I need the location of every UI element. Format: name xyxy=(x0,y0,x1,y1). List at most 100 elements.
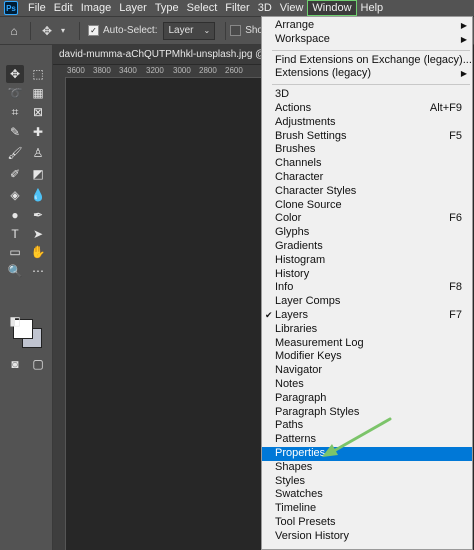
chevron-down-icon[interactable]: ▾ xyxy=(55,23,71,39)
zoom-tool-icon[interactable]: 🔍 xyxy=(6,262,24,280)
menu-item-find-extensions-on-exchange-legacy[interactable]: Find Extensions on Exchange (legacy)... xyxy=(262,54,472,68)
path-select-tool-icon[interactable]: ➤ xyxy=(29,225,47,243)
photoshop-logo-icon[interactable]: Ps xyxy=(4,1,18,15)
checkmark-icon: ✔ xyxy=(265,309,273,320)
menu-3d[interactable]: 3D xyxy=(254,0,276,16)
menu-item-label: Color xyxy=(275,212,302,225)
object-select-tool-icon[interactable]: ▦ xyxy=(29,84,47,102)
move-tool-icon[interactable]: ✥ xyxy=(39,23,55,39)
submenu-arrow-icon: ▶ xyxy=(460,21,467,30)
document-canvas[interactable] xyxy=(66,78,261,550)
frame-tool-icon[interactable]: ⊠ xyxy=(29,103,47,121)
menu-item-workspace[interactable]: Workspace ▶ xyxy=(262,33,472,47)
menu-item-arrange[interactable]: Arrange ▶ xyxy=(262,19,472,33)
ruler-tick: 3800 xyxy=(93,66,111,75)
menu-item-layer-comps[interactable]: Layer Comps xyxy=(262,295,472,309)
menu-item-shapes[interactable]: Shapes xyxy=(262,461,472,475)
home-icon[interactable]: ⌂ xyxy=(6,23,22,39)
menu-item-adjustments[interactable]: Adjustments xyxy=(262,116,472,130)
pen-tool-icon[interactable]: ✒ xyxy=(29,206,47,224)
menu-item-history[interactable]: History xyxy=(262,268,472,282)
layer-dropdown[interactable]: Layer ⌄ xyxy=(163,21,216,40)
default-colors-icon[interactable]: ◧ xyxy=(6,312,24,330)
menu-item-layers[interactable]: ✔ Layers F7 xyxy=(262,309,472,323)
menu-item-label: Character Styles xyxy=(275,184,357,197)
menu-item-styles[interactable]: Styles xyxy=(262,475,472,489)
menu-item-label: Libraries xyxy=(275,322,318,335)
menu-layer[interactable]: Layer xyxy=(115,0,151,16)
menu-item-color[interactable]: Color F6 xyxy=(262,212,472,226)
screen-mode-icon[interactable]: ▢ xyxy=(29,355,47,373)
ruler-tick: 3400 xyxy=(119,66,137,75)
menu-item-brushes[interactable]: Brushes xyxy=(262,143,472,157)
menu-item-label: Modifier Keys xyxy=(275,350,342,363)
menu-item-paragraph[interactable]: Paragraph xyxy=(262,392,472,406)
more-tools-icon[interactable]: ⋯ xyxy=(29,262,47,280)
document-tab[interactable]: david-mumma-aChQUTPMhkl-unsplash.jpg @ 1… xyxy=(53,45,267,65)
annotation-arrow-icon xyxy=(322,417,392,457)
menu-item-label: Version History xyxy=(275,529,349,542)
menu-item-timeline[interactable]: Timeline xyxy=(262,502,472,516)
menu-item-clone-source[interactable]: Clone Source xyxy=(262,199,472,213)
menu-image[interactable]: Image xyxy=(77,0,116,16)
show-transform-checkbox[interactable] xyxy=(230,25,242,36)
ruler-tick: 3000 xyxy=(173,66,191,75)
menu-edit[interactable]: Edit xyxy=(50,0,77,16)
menu-item-shortcut: F8 xyxy=(449,281,462,294)
menu-item-libraries[interactable]: Libraries xyxy=(262,323,472,337)
menu-item-tool-presets[interactable]: Tool Presets xyxy=(262,516,472,530)
menu-item-label: Styles xyxy=(275,474,305,487)
menu-item-glyphs[interactable]: Glyphs xyxy=(262,226,472,240)
menu-item-label: Channels xyxy=(275,157,322,170)
rectangle-tool-icon[interactable]: ▭ xyxy=(6,243,24,261)
quick-mask-icon[interactable]: ◙ xyxy=(6,355,24,373)
healing-brush-tool-icon[interactable]: ✚ xyxy=(29,123,47,141)
menu-item-3d[interactable]: 3D xyxy=(262,88,472,102)
menu-item-label: Brushes xyxy=(275,143,316,156)
menu-item-modifier-keys[interactable]: Modifier Keys xyxy=(262,350,472,364)
blur-tool-icon[interactable]: 💧 xyxy=(29,186,47,204)
menu-help[interactable]: Help xyxy=(357,0,388,16)
eyedropper-tool-icon[interactable]: ✎ xyxy=(6,123,24,141)
menu-item-label: Workspace xyxy=(275,32,330,45)
menu-item-label: Clone Source xyxy=(275,198,342,211)
menu-item-version-history[interactable]: Version History xyxy=(262,530,472,544)
dodge-tool-icon[interactable]: ● xyxy=(6,206,24,224)
menu-item-gradients[interactable]: Gradients xyxy=(262,240,472,254)
menu-item-character[interactable]: Character xyxy=(262,171,472,185)
menu-filter[interactable]: Filter xyxy=(221,0,253,16)
menu-type[interactable]: Type xyxy=(151,0,183,16)
move-tool-icon[interactable]: ✥ xyxy=(6,65,24,83)
menu-item-label: Measurement Log xyxy=(275,336,364,349)
menu-item-notes[interactable]: Notes xyxy=(262,378,472,392)
lasso-tool-icon[interactable]: ➰ xyxy=(6,84,24,102)
menu-file[interactable]: File xyxy=(24,0,50,16)
menu-item-measurement-log[interactable]: Measurement Log xyxy=(262,337,472,351)
menu-window[interactable]: Window xyxy=(307,0,357,16)
menu-select[interactable]: Select xyxy=(183,0,222,16)
ruler-tick: 2600 xyxy=(225,66,243,75)
menu-item-actions[interactable]: Actions Alt+F9 xyxy=(262,102,472,116)
paint-bucket-tool-icon[interactable]: ◈ xyxy=(6,186,24,204)
type-tool-icon[interactable]: T xyxy=(6,225,24,243)
menu-item-navigator[interactable]: Navigator xyxy=(262,364,472,378)
menu-item-label: Tool Presets xyxy=(275,515,336,528)
history-brush-tool-icon[interactable]: ✐ xyxy=(6,165,24,183)
eraser-tool-icon[interactable]: ◩ xyxy=(29,165,47,183)
menu-item-extensions-legacy[interactable]: Extensions (legacy) ▶ xyxy=(262,67,472,81)
brush-tool-icon[interactable]: 🖌 xyxy=(6,144,24,162)
marquee-tool-icon[interactable]: ⬚ xyxy=(29,65,47,83)
menu-item-character-styles[interactable]: Character Styles xyxy=(262,185,472,199)
menu-view[interactable]: View xyxy=(276,0,308,16)
crop-tool-icon[interactable]: ⌗ xyxy=(6,103,24,121)
menu-item-label: Character xyxy=(275,170,324,183)
menu-item-label: Brush Settings xyxy=(275,129,347,142)
menu-item-info[interactable]: Info F8 xyxy=(262,281,472,295)
stamp-tool-icon[interactable]: ♙ xyxy=(29,144,47,162)
menu-item-brush-settings[interactable]: Brush Settings F5 xyxy=(262,130,472,144)
hand-tool-icon[interactable]: ✋ xyxy=(29,243,47,261)
menu-item-swatches[interactable]: Swatches xyxy=(262,488,472,502)
menu-item-histogram[interactable]: Histogram xyxy=(262,254,472,268)
menu-item-channels[interactable]: Channels xyxy=(262,157,472,171)
auto-select-checkbox[interactable]: ✓ xyxy=(88,25,99,36)
